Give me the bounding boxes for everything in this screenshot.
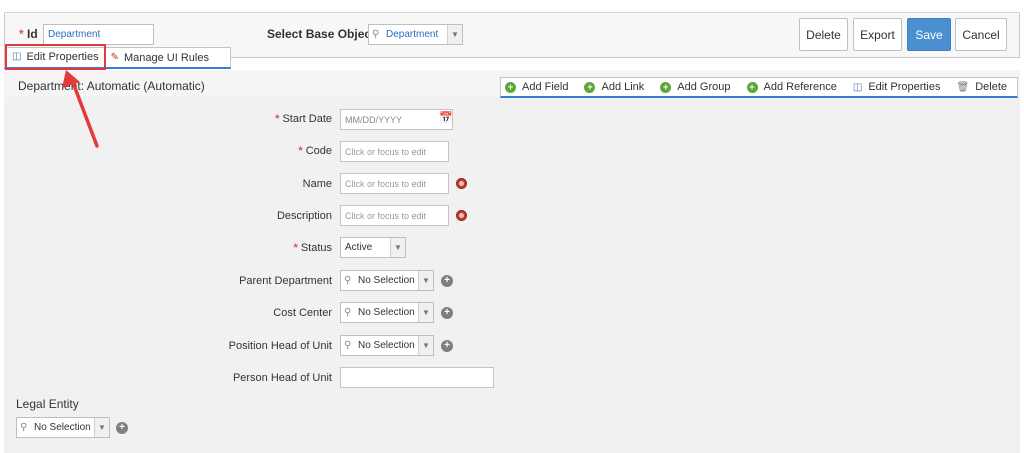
search-icon: ⚲ [344,307,352,318]
field-delete-button[interactable]: 🗑 Delete [957,81,1008,93]
manage-ui-rules-button[interactable]: ✎ Manage UI Rules [106,48,214,67]
person-head-input[interactable] [340,367,494,388]
search-icon: ⚲ [344,275,352,286]
delete-button[interactable]: Delete [799,18,848,51]
form-section [4,70,1020,453]
status-label: * Status [293,242,332,254]
add-icon: + [584,81,596,93]
legal-entity-label: Legal Entity [16,397,79,411]
edit-properties-icon: ◫ [12,51,22,62]
add-icon[interactable]: + [116,422,128,434]
add-icon[interactable]: + [441,307,453,319]
add-icon[interactable]: + [441,340,453,352]
add-icon: + [660,81,672,93]
description-label: Description [276,210,332,222]
add-icon: + [746,81,758,93]
position-head-select[interactable]: ⚲ No Selection ▼ [340,335,434,356]
field-toolbar: + Add Field + Add Link + Add Group + Add… [500,77,1018,98]
globe-icon[interactable] [456,178,467,189]
parent-department-select[interactable]: ⚲ No Selection ▼ [340,270,434,291]
base-object-label: Select Base Object [267,27,376,41]
cost-center-label: Cost Center [273,307,332,319]
chevron-down-icon[interactable]: ▼ [447,25,462,44]
parent-department-label: Parent Department [239,275,332,287]
field-edit-properties-button[interactable]: ◫ Edit Properties [853,81,941,93]
save-button[interactable]: Save [907,18,951,51]
chevron-down-icon[interactable]: ▼ [418,303,433,322]
section-title: Department: Automatic (Automatic) [18,79,205,93]
globe-icon[interactable] [456,210,467,221]
start-date-label: * Start Date [275,113,332,125]
add-link-button[interactable]: + Add Link [584,81,644,93]
chevron-down-icon[interactable]: ▼ [94,418,109,437]
add-field-button[interactable]: + Add Field [505,81,568,93]
start-date-input[interactable]: MM/DD/YYYY [340,109,453,130]
add-icon: + [505,81,516,93]
search-icon: ⚲ [344,340,352,351]
chevron-down-icon[interactable]: ▼ [418,336,433,355]
edit-properties-icon: ◫ [852,81,863,93]
export-button[interactable]: Export [853,18,902,51]
pencil-icon: ✎ [110,52,119,63]
search-icon: ⚲ [20,422,28,433]
name-label: Name [302,178,332,190]
code-label: * Code [298,145,332,157]
id-label: * Id [19,27,38,41]
status-select[interactable]: Active ▼ [340,237,406,258]
add-group-button[interactable]: + Add Group [660,81,731,93]
name-input[interactable]: Click or focus to edit [340,173,449,194]
edit-properties-button[interactable]: ◫ Edit Properties [5,43,106,70]
cost-center-select[interactable]: ⚲ No Selection ▼ [340,302,434,323]
add-reference-button[interactable]: + Add Reference [746,81,837,93]
calendar-icon[interactable]: 📅 [439,111,453,124]
chevron-down-icon[interactable]: ▼ [418,271,433,290]
description-input[interactable]: Click or focus to edit [340,205,449,226]
cancel-button[interactable]: Cancel [955,18,1007,51]
id-input[interactable]: Department [43,24,154,45]
person-head-label: Person Head of Unit [232,372,332,384]
position-head-label: Position Head of Unit [228,340,332,352]
context-toolbar: ◫ Edit Properties ✎ Manage UI Rules [4,43,231,70]
base-object-select[interactable]: ⚲ Department ▼ [368,24,463,45]
trash-icon: 🗑 [956,81,970,93]
chevron-down-icon[interactable]: ▼ [390,238,405,257]
search-icon: ⚲ [372,29,380,40]
legal-entity-select[interactable]: ⚲ No Selection ▼ [16,417,110,438]
code-input[interactable]: Click or focus to edit [340,141,449,162]
add-icon[interactable]: + [441,275,453,287]
